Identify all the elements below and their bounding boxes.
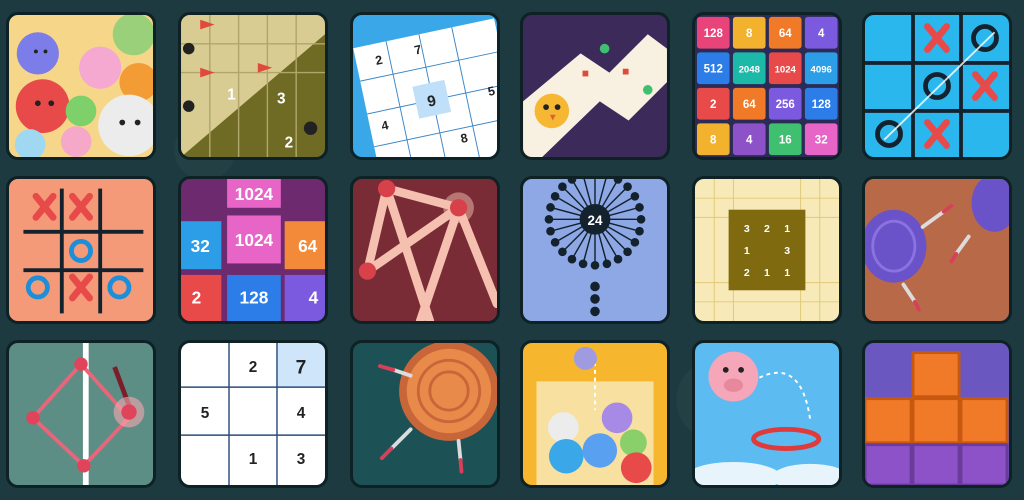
nonogram-clue: 1 [784, 223, 790, 235]
mine-number: 3 [277, 90, 286, 107]
block-value: 128 [240, 288, 269, 308]
game-tile-fruit-merge[interactable] [6, 12, 156, 160]
mine-number: 1 [227, 86, 236, 103]
sudoku-cell: 1 [249, 451, 258, 468]
sudoku-cell: 4 [297, 405, 306, 422]
aa-pin-ball [546, 226, 555, 236]
game-tile-2048[interactable]: 128 8 64 4 512 2048 1024 4096 2 64 256 128 8 4 16 32 [692, 12, 842, 160]
aa-pin-ball [567, 179, 577, 184]
game-tile-sudoku-white[interactable]: 2 7 5 4 1 3 [178, 340, 328, 488]
aa-pin-ball [602, 259, 612, 269]
game-tile-sudoku-rotated[interactable]: 2 7 9 5 4 8 7 [350, 12, 500, 160]
banner-title [0, 0, 1024, 10]
nonogram-clue: 2 [764, 223, 770, 235]
nonogram-clue: 1 [784, 267, 790, 279]
tile-2048-value: 1024 [775, 65, 797, 76]
tile-2048-value: 16 [779, 135, 792, 147]
block-value: 2 [192, 288, 202, 308]
tile-2048-value: 8 [710, 135, 717, 147]
aa-pin-ball [613, 179, 623, 184]
aa-pin-ball [613, 254, 623, 264]
aa-pin-ball [630, 191, 640, 201]
aa-pin-ball [567, 254, 577, 264]
game-tile-merge-blocks[interactable]: 1024 1024 32 64 2 128 4 [178, 176, 328, 324]
tile-2048-value: 512 [704, 64, 723, 76]
game-tile-fruit-cup[interactable] [520, 340, 670, 488]
aa-pin-ball [544, 214, 554, 224]
sudoku-cell: 2 [249, 359, 258, 376]
game-tile-tic-tac-toe-orange[interactable] [6, 176, 156, 324]
tile-2048-value: 128 [704, 28, 724, 40]
nonogram-clue: 2 [744, 267, 750, 279]
game-tile-nonogram[interactable]: 3 2 1 1 3 2 1 1 [692, 176, 842, 324]
game-tile-knife-hit-purple[interactable] [862, 176, 1012, 324]
aa-pin-ball [636, 214, 646, 224]
block-value: 4 [309, 288, 319, 308]
nonogram-clue: 3 [784, 245, 790, 257]
tile-2048-value: 32 [815, 135, 828, 147]
aa-pin-ball [635, 226, 644, 236]
tile-2048-value: 64 [743, 99, 756, 111]
game-tile-one-line[interactable] [350, 176, 500, 324]
sudoku-cell: 5 [201, 405, 210, 422]
game-tile-block-puzzle[interactable] [862, 340, 1012, 488]
game-tile-tic-tac-toe-blue[interactable] [862, 12, 1012, 160]
aa-pin-ball [623, 247, 632, 257]
aa-pin-ball [623, 182, 632, 192]
aa-pin-ball [630, 238, 640, 247]
tile-2048-value: 4 [818, 28, 825, 40]
aa-pin-ball [550, 191, 560, 201]
game-tile-slice-line[interactable] [6, 340, 156, 488]
aa-pin-ball [578, 259, 588, 269]
block-value: 1024 [235, 184, 274, 204]
tile-2048-value: 4096 [811, 65, 832, 76]
tile-2048-value: 8 [746, 28, 753, 40]
aa-pin-ball [550, 238, 560, 247]
nonogram-clue: 1 [744, 245, 750, 257]
nonogram-clue: 1 [764, 267, 770, 279]
game-tile-minesweeper[interactable]: 1 3 2 [178, 12, 328, 160]
block-value: 64 [298, 236, 318, 256]
tile-2048-value: 128 [812, 99, 832, 111]
game-tile-knife-hit-log[interactable] [350, 340, 500, 488]
aa-pin-ball [635, 203, 644, 212]
tile-2048-value: 64 [779, 28, 792, 40]
block-value: 1024 [235, 230, 274, 250]
block-value: 32 [191, 236, 210, 256]
nonogram-clue: 3 [744, 223, 750, 235]
tile-2048-value: 4 [746, 135, 753, 147]
mine-number: 2 [285, 134, 294, 151]
aa-pin-ball [558, 182, 567, 192]
sudoku-cell: 7 [296, 358, 307, 379]
aa-center-number: 24 [588, 213, 603, 228]
sudoku-cell: 3 [297, 451, 306, 468]
aa-pin-ball [558, 247, 567, 257]
tile-2048-value: 2048 [739, 65, 761, 76]
game-tile-zigzag-chick[interactable] [520, 12, 670, 160]
tile-2048-value: 2 [710, 99, 716, 111]
aa-pin-ball [546, 203, 555, 212]
game-tile-pig-jump[interactable] [692, 340, 842, 488]
tile-2048-value: 256 [776, 99, 795, 111]
game-tile-aa-pin[interactable]: 24 [520, 176, 670, 324]
aa-pin-ball [590, 261, 600, 270]
